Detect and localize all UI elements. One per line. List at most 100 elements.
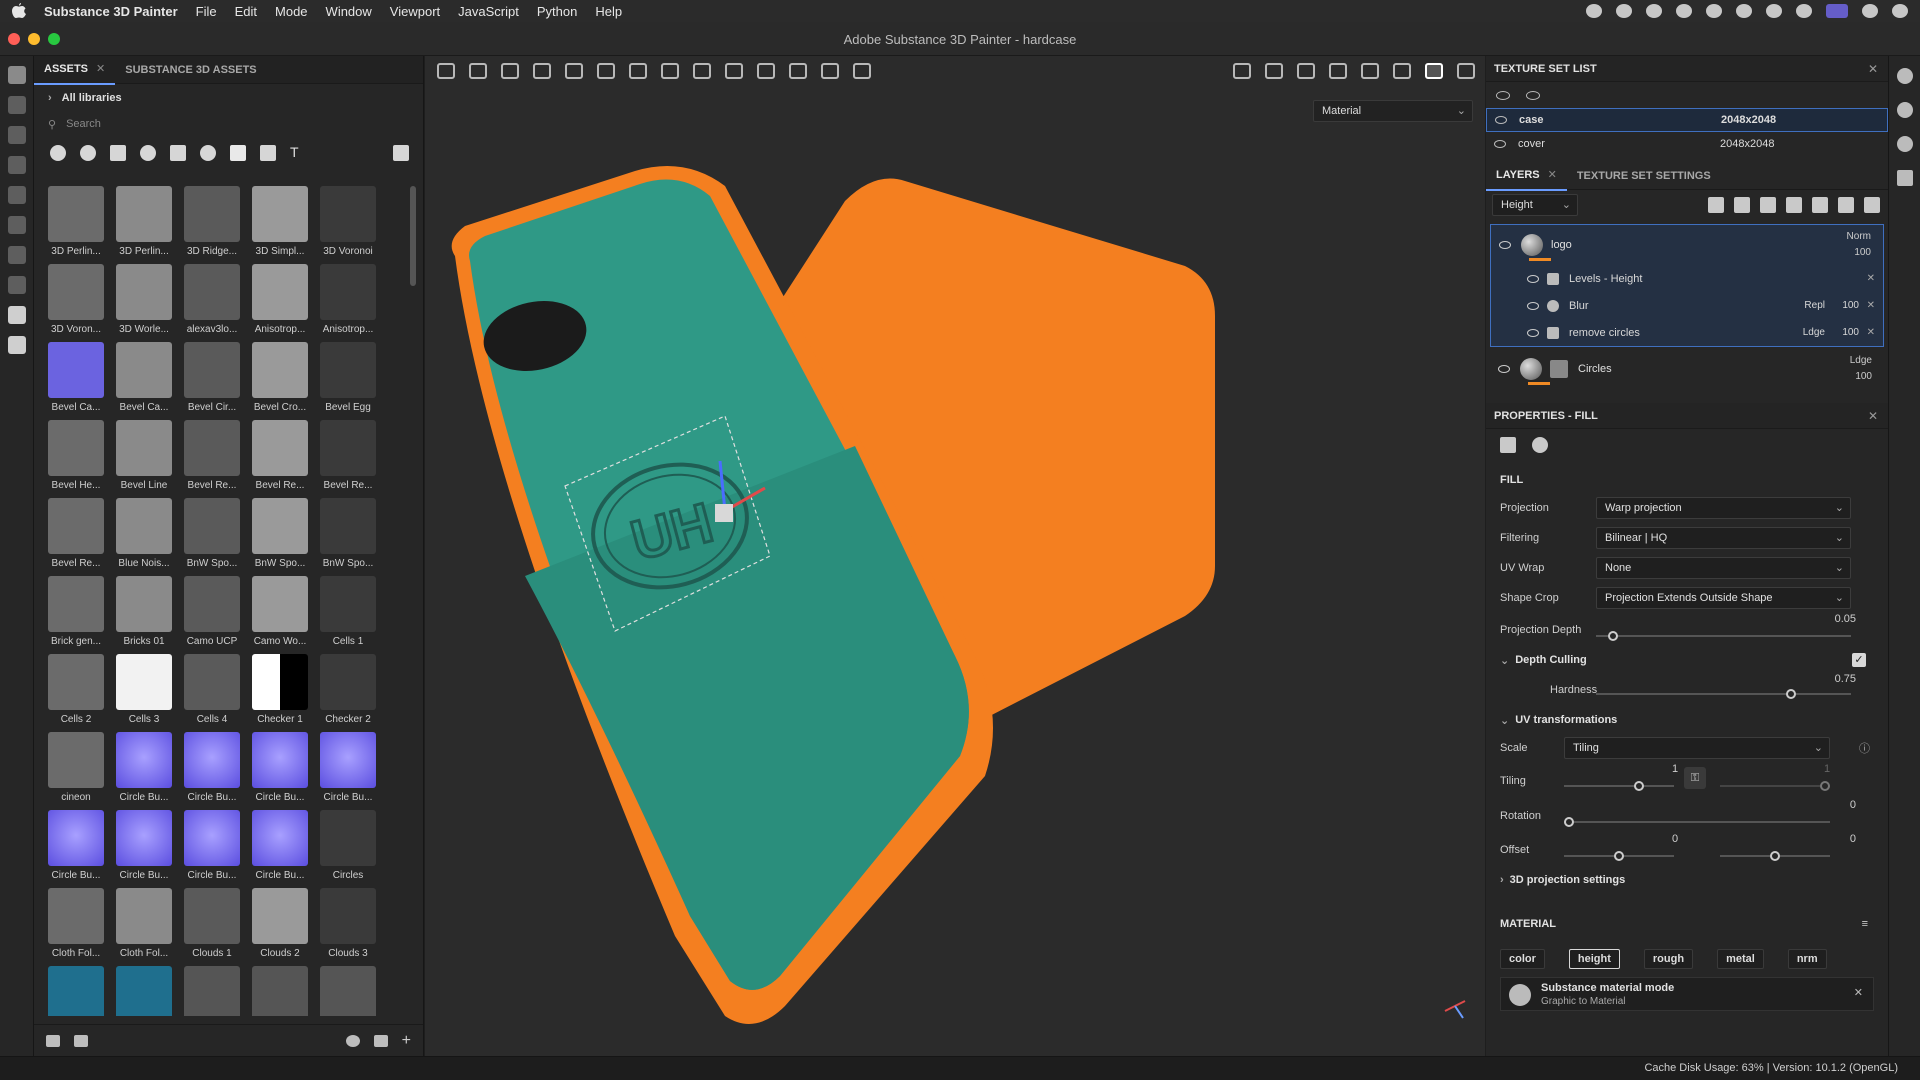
paint-brush-icon[interactable] xyxy=(8,66,26,84)
eye-icon[interactable] xyxy=(1494,140,1506,148)
asset-thumbnail[interactable]: Cells 3 xyxy=(110,654,178,732)
asset-thumbnail[interactable]: Cells 2 xyxy=(42,654,110,732)
layer-opacity[interactable]: 100 xyxy=(1855,371,1872,382)
filter-materials-icon[interactable] xyxy=(50,145,66,161)
shader-settings-icon[interactable] xyxy=(1897,102,1913,118)
channel-color-button[interactable]: color xyxy=(1500,949,1545,969)
menu-mode[interactable]: Mode xyxy=(275,4,308,19)
asset-thumbnail[interactable]: Checker 2 xyxy=(314,654,382,732)
history-icon[interactable] xyxy=(1897,136,1913,152)
asset-thumbnail[interactable]: cineon xyxy=(42,732,110,810)
asset-thumbnail[interactable]: Bevel He... xyxy=(42,420,110,498)
asset-thumbnail[interactable]: Camo Wo... xyxy=(246,576,314,654)
hardness-value[interactable]: 0.75 xyxy=(1835,673,1856,685)
asset-thumbnail[interactable]: Bricks 01 xyxy=(110,576,178,654)
asset-thumbnail[interactable]: Circle Bu... xyxy=(42,810,110,888)
info-icon[interactable]: ⓘ xyxy=(1859,740,1870,756)
channel-height-button[interactable]: height xyxy=(1568,949,1620,969)
filter-particles-icon[interactable] xyxy=(200,145,216,161)
app-menu[interactable]: Substance 3D Painter xyxy=(44,4,178,19)
status-icon[interactable] xyxy=(1706,4,1722,18)
asset-thumbnail[interactable]: Bevel Ca... xyxy=(110,342,178,420)
asset-thumbnail[interactable]: Circle Bu... xyxy=(178,732,246,810)
channel-rough-button[interactable]: rough xyxy=(1643,949,1694,969)
asset-thumbnail[interactable]: Blue Nois... xyxy=(110,498,178,576)
remove-icon[interactable]: ✕ xyxy=(1867,327,1875,338)
folder-icon[interactable] xyxy=(373,1034,388,1047)
close-icon[interactable]: ✕ xyxy=(96,63,105,75)
eye-icon[interactable] xyxy=(1527,274,1539,283)
projection-depth-slider[interactable] xyxy=(1596,631,1851,641)
eye-icon[interactable] xyxy=(1527,301,1539,310)
filter-masks-icon[interactable] xyxy=(110,145,126,161)
status-icon[interactable] xyxy=(1736,4,1752,18)
scale-select[interactable]: Tiling ⌄ xyxy=(1564,737,1830,759)
asset-thumbnail[interactable] xyxy=(110,966,178,1016)
geometry-mask-icon[interactable] xyxy=(8,156,26,174)
refresh-icon[interactable] xyxy=(345,1034,360,1047)
asset-thumbnail[interactable]: 3D Perlin... xyxy=(110,186,178,264)
3d-projection-section[interactable]: › 3D projection settings xyxy=(1500,867,1874,893)
add-folder-icon[interactable] xyxy=(1838,197,1854,213)
shapecrop-select[interactable]: Projection Extends Outside Shape ⌄ xyxy=(1596,587,1851,609)
menu-icon[interactable]: ≡ xyxy=(1862,918,1868,930)
apple-logo-icon[interactable] xyxy=(12,3,26,19)
rotation-slider[interactable] xyxy=(1564,817,1830,827)
asset-thumbnail[interactable]: Cloth Fol... xyxy=(42,888,110,966)
assets-scrollbar[interactable] xyxy=(410,186,416,286)
rotation-value[interactable]: 0 xyxy=(1850,799,1856,811)
hardness-slider[interactable] xyxy=(1596,689,1851,699)
asset-thumbnail[interactable]: BnW Spo... xyxy=(314,498,382,576)
status-icon[interactable] xyxy=(1796,4,1812,18)
menu-viewport[interactable]: Viewport xyxy=(390,4,440,19)
uvwrap-select[interactable]: None ⌄ xyxy=(1596,557,1851,579)
substance-material-mode[interactable]: Substance material mode Graphic to Mater… xyxy=(1500,977,1874,1011)
status-icon[interactable] xyxy=(1586,4,1602,18)
slider-knob[interactable] xyxy=(1564,817,1574,827)
depth-culling-checkbox[interactable]: ✓ xyxy=(1852,653,1866,667)
asset-thumbnail[interactable]: 3D Voronoi xyxy=(314,186,382,264)
add-effect-icon[interactable] xyxy=(1708,197,1724,213)
effect-opacity[interactable]: 100 xyxy=(1842,300,1859,311)
blend-mode[interactable]: Ldge xyxy=(1803,327,1825,338)
asset-thumbnail[interactable]: Clouds 1 xyxy=(178,888,246,966)
color-picker-icon[interactable] xyxy=(8,276,26,294)
fill-tab-icon[interactable] xyxy=(1500,437,1516,453)
library-selector[interactable]: › All libraries xyxy=(34,84,423,112)
asset-thumbnail[interactable]: 3D Worle... xyxy=(110,264,178,342)
menu-edit[interactable]: Edit xyxy=(235,4,257,19)
polygon-fill-icon[interactable] xyxy=(8,186,26,204)
filter-textures-icon[interactable] xyxy=(260,145,276,161)
lock-icon[interactable]: ⚿ xyxy=(1684,767,1706,789)
offset-y-value[interactable]: 0 xyxy=(1850,833,1856,845)
asset-thumbnail[interactable] xyxy=(178,966,246,1016)
asset-thumbnail[interactable]: Anisotrop... xyxy=(246,264,314,342)
channel-nrm-button[interactable]: nrm xyxy=(1787,949,1827,969)
slider-knob[interactable] xyxy=(1608,631,1618,641)
asset-thumbnail[interactable]: Bevel Cro... xyxy=(246,342,314,420)
remove-icon[interactable]: ✕ xyxy=(1867,300,1875,311)
tab-texture-set-settings[interactable]: TEXTURE SET SETTINGS xyxy=(1567,162,1721,190)
asset-thumbnail[interactable] xyxy=(314,966,382,1016)
close-icon[interactable]: ✕ xyxy=(1868,62,1878,76)
menu-javascript[interactable]: JavaScript xyxy=(458,4,519,19)
asset-thumbnail[interactable]: Camo UCP xyxy=(178,576,246,654)
layer-opacity[interactable]: 100 xyxy=(1854,247,1871,258)
add-fill-layer-icon[interactable] xyxy=(1786,197,1802,213)
eye-icon[interactable] xyxy=(1526,90,1540,100)
menu-python[interactable]: Python xyxy=(537,4,577,19)
layer-row[interactable]: logo Norm 100 xyxy=(1491,225,1883,265)
asset-thumbnail[interactable] xyxy=(42,966,110,1016)
texture-set-row[interactable]: case 2048x2048 xyxy=(1486,108,1888,132)
eye-icon[interactable] xyxy=(1499,241,1511,249)
asset-thumbnail[interactable]: Cells 4 xyxy=(178,654,246,732)
list-view-icon[interactable] xyxy=(46,1034,60,1047)
asset-thumbnail[interactable]: Bevel Line xyxy=(110,420,178,498)
asset-thumbnail[interactable]: alexav3lo... xyxy=(178,264,246,342)
filter-brushes-icon[interactable] xyxy=(170,145,186,161)
asset-thumbnail[interactable]: 3D Perlin... xyxy=(42,186,110,264)
asset-thumbnail[interactable]: Cells 1 xyxy=(314,576,382,654)
clone-icon[interactable] xyxy=(8,246,26,264)
filter-text-icon[interactable]: T xyxy=(290,145,306,161)
offset-x-value[interactable]: 0 xyxy=(1672,833,1678,845)
